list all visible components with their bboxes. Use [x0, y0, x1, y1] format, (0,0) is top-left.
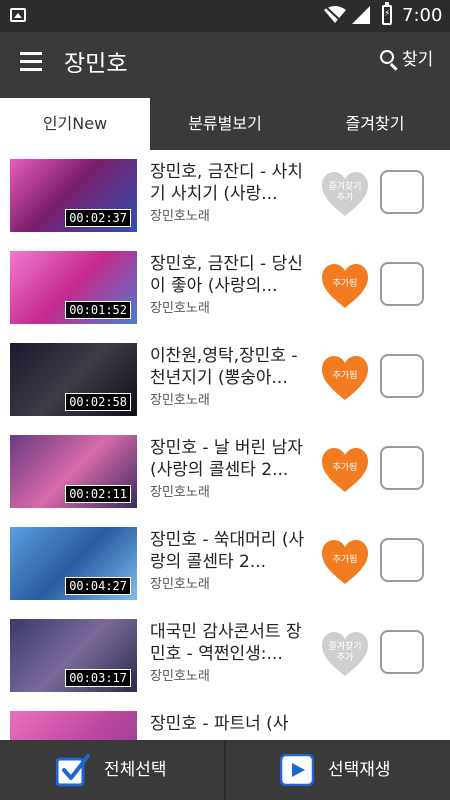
status-time: 7:00	[402, 5, 443, 26]
video-thumbnail[interactable]: 00:02:37	[10, 159, 137, 232]
video-list-item[interactable]: 00:04:27 장민호 - 쑥대머리 (사랑의 콜센타 2... 장민호노래 추가됨	[0, 518, 450, 610]
video-duration: 00:02:37	[65, 209, 131, 227]
favorite-added-heart-icon[interactable]: 추가됨	[320, 354, 370, 402]
video-thumbnail[interactable]: 00:04:27	[10, 527, 137, 600]
video-title[interactable]: 대국민 감사콘서트 장민호 - 역쩐인생:...	[150, 621, 312, 665]
video-list-item[interactable]: 00:02:37 장민호, 금잔디 - 사치기 사치기 (사랑... 장민호노래 즐겨…	[0, 150, 450, 242]
video-title[interactable]: 장민호, 금잔디 - 사치기 사치기 (사랑...	[150, 161, 312, 205]
select-checkbox[interactable]	[380, 538, 424, 582]
video-channel: 장민호노래	[150, 209, 210, 224]
tab-categories[interactable]: 분류별보기	[150, 98, 300, 150]
video-title[interactable]: 이찬원,영탁,장민호 - 천년지기 (뽕숭아...	[150, 345, 312, 389]
select-checkbox[interactable]	[380, 262, 424, 306]
video-thumbnail[interactable]: 00:02:58	[10, 343, 137, 416]
video-list-item[interactable]: 00:02:58 이찬원,영탁,장민호 - 천년지기 (뽕숭아... 장민호노래 추가…	[0, 334, 450, 426]
tab-popular-new[interactable]: 인기New	[0, 98, 150, 150]
select-checkbox[interactable]	[380, 354, 424, 398]
favorite-label: 추가됨	[332, 279, 358, 289]
favorite-label: 추가됨	[332, 555, 358, 565]
favorite-added-heart-icon[interactable]: 추가됨	[320, 262, 370, 310]
video-duration: 00:03:17	[65, 669, 131, 687]
favorite-added-heart-icon[interactable]: 추가됨	[320, 446, 370, 494]
tab-favorites[interactable]: 즐겨찾기	[300, 98, 450, 150]
video-thumbnail[interactable]	[10, 711, 137, 740]
favorite-label: 즐겨찾기	[328, 182, 362, 192]
video-duration: 00:02:58	[65, 393, 131, 411]
video-list-item[interactable]: 00:02:11 장민호 - 날 버린 남자 (사랑의 콜센타 2... 장민호노래…	[0, 426, 450, 518]
search-label: 찾기	[402, 50, 434, 70]
favorite-label-line2: 추가	[336, 653, 354, 663]
video-list-item[interactable]: 00:01:52 장민호, 금잔디 - 당신이 좋아 (사랑의... 장민호노래 추가…	[0, 242, 450, 334]
video-thumbnail[interactable]: 00:01:52	[10, 251, 137, 324]
video-channel: 장민호노래	[150, 301, 210, 316]
video-list-item[interactable]: 장민호 - 파트너 (사	[0, 702, 450, 740]
status-bar: ⚡ 7:00	[0, 0, 450, 32]
video-duration: 00:01:52	[65, 301, 131, 319]
select-checkbox[interactable]	[380, 446, 424, 490]
select-checkbox[interactable]	[380, 170, 424, 214]
select-all-label: 전체선택	[104, 760, 167, 780]
favorite-label-line2: 추가	[336, 193, 354, 203]
video-list-item[interactable]: 00:03:17 대국민 감사콘서트 장민호 - 역쩐인생:... 장민호노래 즐겨찾…	[0, 610, 450, 702]
video-channel: 장민호노래	[150, 577, 210, 592]
video-thumbnail[interactable]: 00:02:11	[10, 435, 137, 508]
tab-bar: 인기New 분류별보기 즐겨찾기	[0, 98, 450, 150]
favorite-label: 즐겨찾기	[328, 642, 362, 652]
signal-icon	[352, 6, 370, 24]
checkbox-select-all-icon	[56, 754, 90, 787]
video-channel: 장민호노래	[150, 485, 210, 500]
gallery-notification-icon	[10, 8, 26, 22]
select-all-button[interactable]: 전체선택	[0, 740, 224, 800]
video-title[interactable]: 장민호 - 날 버린 남자 (사랑의 콜센타 2...	[150, 437, 312, 481]
battery-icon: ⚡	[382, 2, 392, 25]
video-title[interactable]: 장민호 - 파트너 (사	[150, 713, 312, 735]
bottom-action-bar: 전체선택 선택재생	[0, 740, 450, 800]
video-title[interactable]: 장민호, 금잔디 - 당신이 좋아 (사랑의...	[150, 253, 312, 297]
wifi-icon	[324, 6, 346, 24]
page-title: 장민호	[64, 51, 128, 77]
video-duration: 00:02:11	[65, 485, 131, 503]
video-duration: 00:04:27	[65, 577, 131, 595]
add-favorite-heart-icon[interactable]: 즐겨찾기 추가	[320, 630, 370, 678]
video-thumbnail[interactable]: 00:03:17	[10, 619, 137, 692]
app-bar: 장민호 찾기	[0, 32, 450, 98]
play-icon	[280, 754, 314, 786]
hamburger-menu-icon[interactable]	[20, 52, 42, 71]
video-list: 00:02:37 장민호, 금잔디 - 사치기 사치기 (사랑... 장민호노래 즐겨…	[0, 150, 450, 740]
play-selected-label: 선택재생	[328, 760, 391, 780]
search-icon	[380, 50, 394, 64]
battery-charging-indicator: ⚡	[384, 9, 391, 19]
favorite-label: 추가됨	[332, 371, 358, 381]
video-channel: 장민호노래	[150, 393, 210, 408]
video-channel: 장민호노래	[150, 669, 210, 684]
select-checkbox[interactable]	[380, 630, 424, 674]
favorite-added-heart-icon[interactable]: 추가됨	[320, 538, 370, 586]
play-selected-button[interactable]: 선택재생	[226, 740, 450, 800]
favorite-label: 추가됨	[332, 463, 358, 473]
add-favorite-heart-icon[interactable]: 즐겨찾기 추가	[320, 170, 370, 218]
video-title[interactable]: 장민호 - 쑥대머리 (사랑의 콜센타 2...	[150, 529, 312, 573]
